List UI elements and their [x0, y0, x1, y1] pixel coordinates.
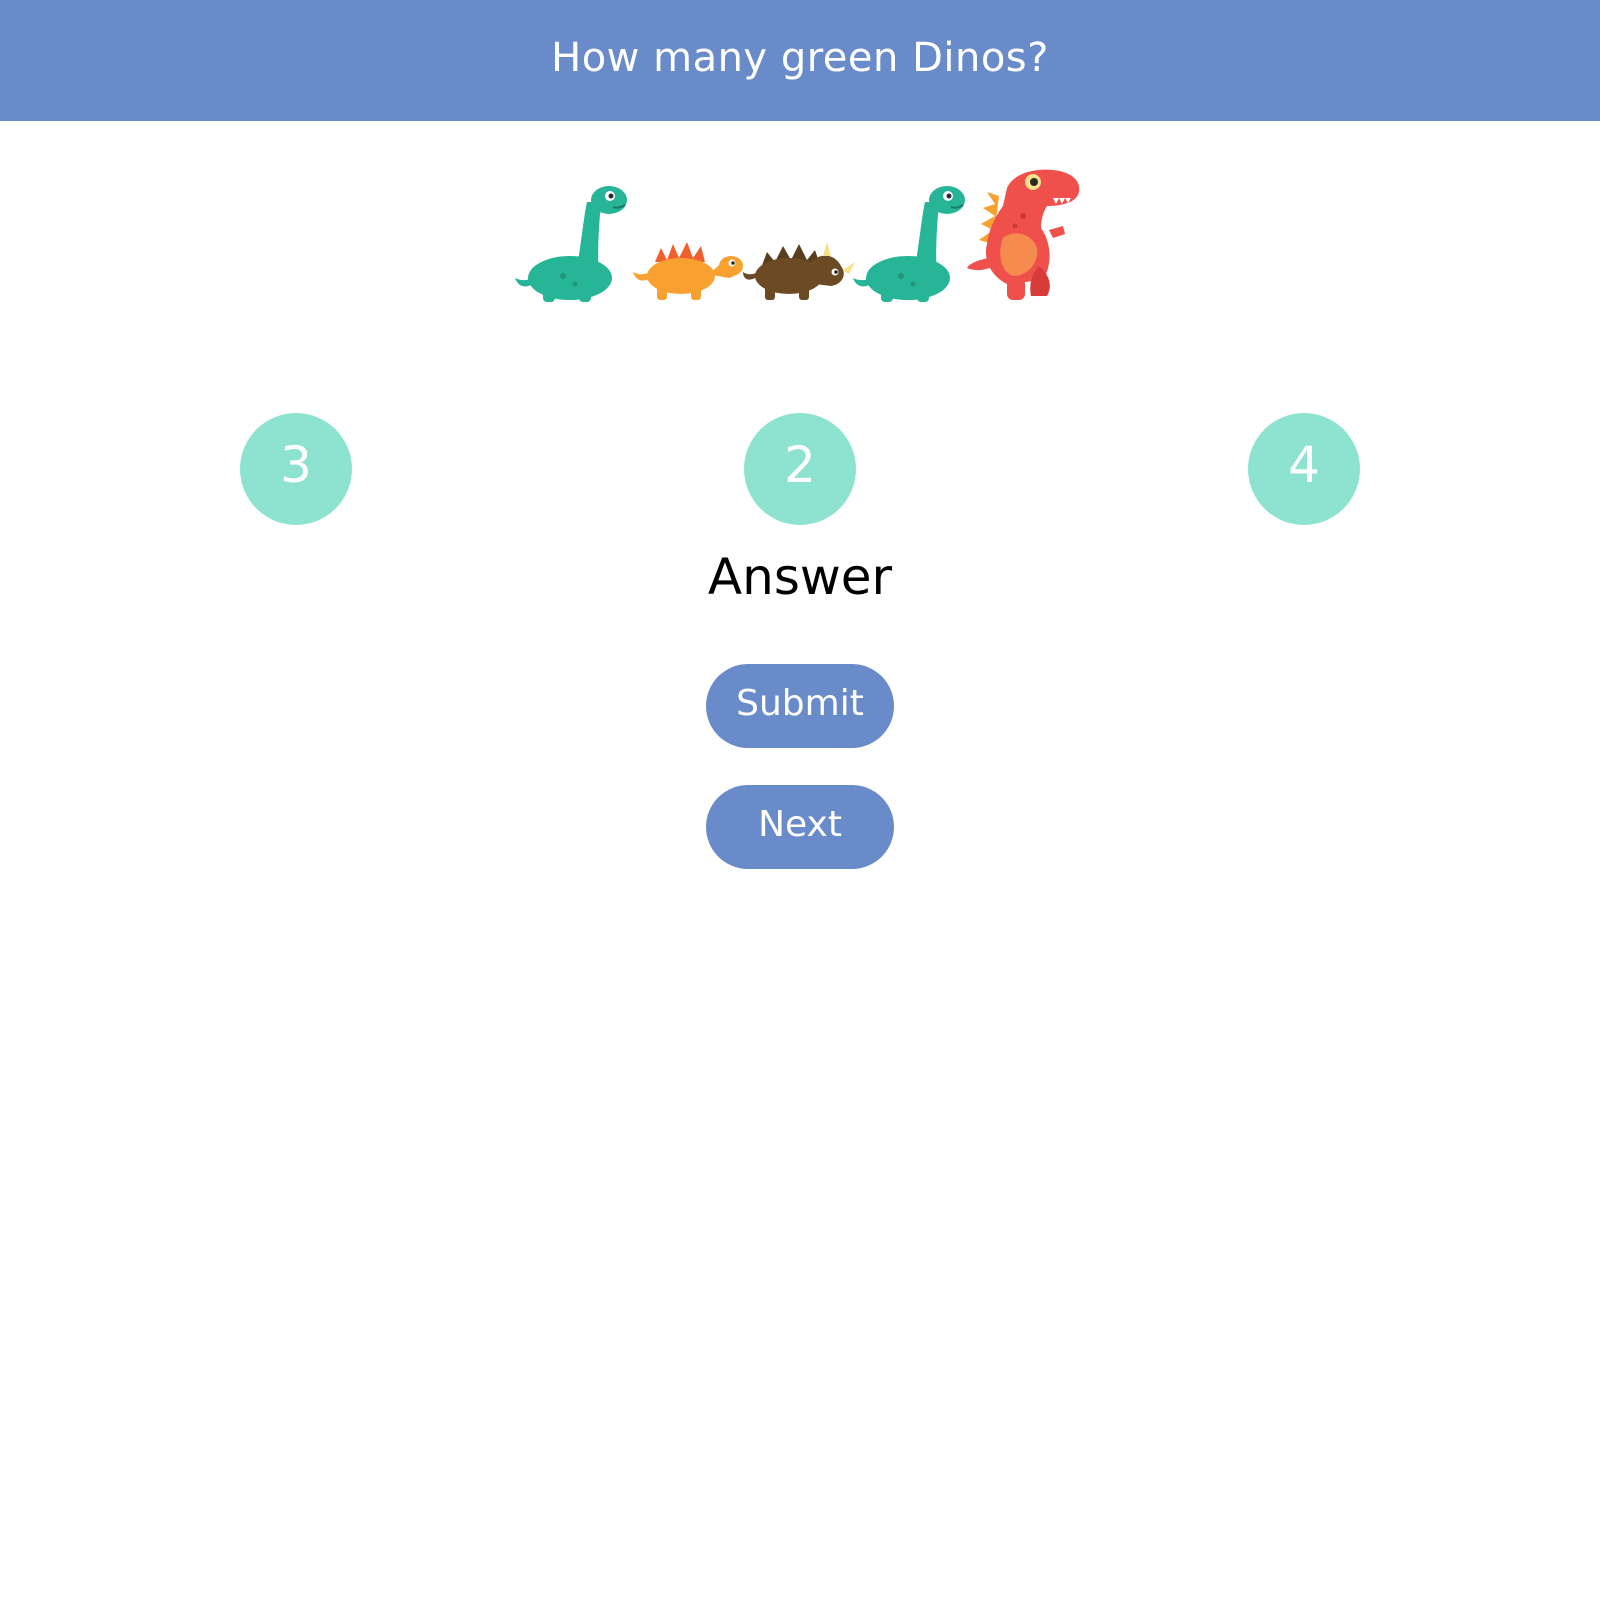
choice-label: 3: [280, 436, 312, 494]
submit-button[interactable]: Submit: [706, 664, 894, 748]
choice-label: 4: [1288, 436, 1320, 494]
choice-button-4[interactable]: 4: [1248, 413, 1360, 525]
answer-label: Answer: [707, 548, 893, 606]
next-button[interactable]: Next: [706, 785, 894, 869]
question-title: How many green Dinos?: [551, 34, 1049, 81]
green-longneck-dino-2: [853, 186, 965, 302]
choice-button-3[interactable]: 3: [240, 413, 352, 525]
green-longneck-dino-1: [515, 186, 627, 302]
submit-button-label: Submit: [736, 682, 864, 724]
choice-label: 2: [784, 436, 816, 494]
red-trex-dino: [967, 169, 1080, 300]
next-button-label: Next: [758, 803, 842, 845]
brown-triceratops-dino: [743, 242, 855, 300]
header-bar: How many green Dinos?: [0, 0, 1600, 121]
orange-stegosaurus-dino: [633, 242, 743, 300]
dino-row: [515, 168, 1085, 308]
choice-button-2[interactable]: 2: [744, 413, 856, 525]
